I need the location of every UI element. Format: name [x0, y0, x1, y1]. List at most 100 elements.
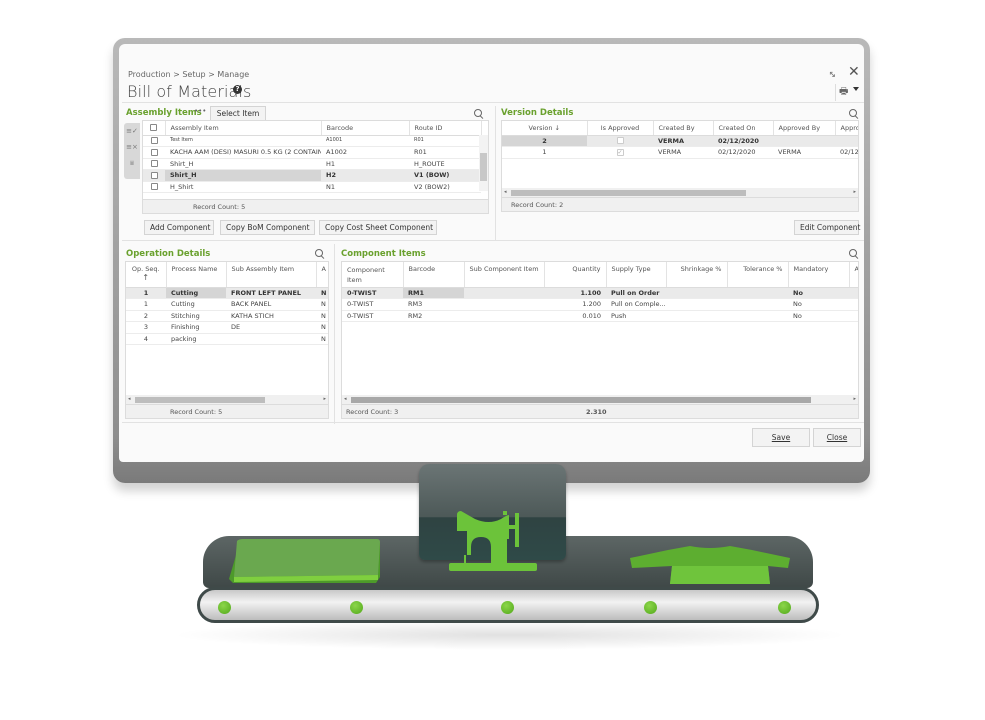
mandatory-cell: No — [788, 298, 849, 311]
print-icon[interactable]: 🖶 — [835, 84, 848, 101]
assembly-items-title: Assembly Items — [126, 108, 202, 118]
barcode-cell: A1001 — [321, 135, 409, 147]
total-quantity: 2.310 — [586, 408, 607, 416]
column-header-op-seq[interactable]: Op. Seq. ↑ — [126, 262, 167, 288]
column-header[interactable]: Route ID — [409, 121, 482, 136]
row-checkbox[interactable] — [143, 158, 165, 170]
search-icon[interactable] — [315, 249, 325, 259]
table-row[interactable]: KACHA AAM (DESI) MASURI 0.5 KG (2 CONTAI… — [143, 146, 481, 159]
table-row[interactable]: 3 Finishing DE N — [126, 321, 328, 334]
roller-light — [501, 601, 514, 614]
table-row[interactable]: 1 ✓ VERMA 02/12/2020 VERMA 02/12/ — [502, 146, 858, 159]
barcode-cell: N1 — [321, 181, 409, 193]
table-row[interactable]: 0-TWIST RM1 1.100 Pull on Order No — [342, 287, 858, 299]
vertical-scrollbar[interactable] — [479, 135, 488, 191]
column-header-version[interactable]: Version ↓ — [502, 121, 588, 136]
column-header[interactable]: Supply Type — [606, 262, 667, 288]
created-on-cell: 02/12/2020 — [713, 135, 773, 147]
route-id-cell: V2 (BOW2) — [409, 181, 481, 193]
close-icon[interactable]: ✕ — [848, 64, 860, 80]
table-header: Version ↓ Is Approved Created By Created… — [502, 121, 858, 136]
close-button[interactable]: Close — [813, 428, 861, 447]
search-icon[interactable] — [849, 249, 859, 259]
table-row[interactable]: 2 VERMA 02/12/2020 — [502, 135, 858, 147]
column-header[interactable]: Mandatory — [788, 262, 850, 288]
more-options-icon[interactable]: ••• — [194, 107, 206, 115]
table-row[interactable]: 0-TWIST RM2 0.010 Push No — [342, 310, 858, 322]
help-icon[interactable]: ? — [233, 85, 242, 94]
sub-component-cell — [464, 298, 544, 311]
column-header[interactable]: Component Item — [342, 262, 404, 288]
operation-rows: 1 Cutting FRONT LEFT PANEL N 1 Cutting BACK PA… — [126, 287, 328, 345]
table-row[interactable]: 4 packing N — [126, 333, 328, 345]
save-button[interactable]: Save — [752, 428, 810, 447]
roller-light — [644, 601, 657, 614]
copy-bom-component-button[interactable]: Copy BoM Component — [220, 220, 315, 235]
barcode-cell: RM3 — [403, 298, 464, 311]
table-row[interactable]: Shirt_H H1 H_ROUTE — [143, 158, 481, 170]
column-header[interactable]: Quantity — [544, 262, 607, 288]
column-header[interactable]: Is Approved — [587, 121, 654, 136]
divider — [495, 106, 496, 241]
table-row[interactable]: Test Item A1001 R01 — [143, 135, 481, 147]
select-all-rows-icon[interactable]: ≡✓ — [124, 123, 140, 139]
edit-component-button[interactable]: Edit Component — [794, 220, 860, 235]
filter-icon[interactable]: ⩸ — [124, 155, 140, 171]
approved-by-cell: VERMA — [773, 146, 835, 159]
table-row[interactable]: 2 Stitching KATHA STICH N — [126, 310, 328, 322]
floor-shadow — [170, 620, 850, 650]
sub-assembly-cell: FRONT LEFT PANEL — [226, 287, 316, 299]
column-header[interactable]: Assembly Item — [165, 121, 322, 136]
row-checkbox[interactable] — [143, 181, 165, 193]
resize-icon[interactable]: ↔ — [826, 69, 838, 81]
divider — [122, 240, 864, 241]
column-header[interactable]: Sub Assembly Item — [226, 262, 317, 288]
barcode-cell: A1002 — [321, 146, 409, 159]
horizontal-scrollbar[interactable]: ◂ ▸ — [502, 188, 858, 197]
barcode-cell: RM1 — [403, 287, 464, 299]
column-header[interactable]: Approved By — [773, 121, 836, 136]
breadcrumb: Production > Setup > Manage — [128, 70, 250, 79]
column-header[interactable]: Shrinkage % — [666, 262, 728, 288]
table-row[interactable]: 0-TWIST RM3 1.200 Pull on Comple... No — [342, 298, 858, 311]
column-header[interactable]: Barcode — [321, 121, 410, 136]
table-row[interactable]: H_Shirt N1 V2 (BOW2) — [143, 181, 481, 193]
select-item-button[interactable]: Select Item — [210, 106, 266, 121]
process-name-cell: Stitching — [166, 310, 226, 322]
column-header[interactable]: Created On — [713, 121, 774, 136]
column-header[interactable]: A — [316, 262, 328, 288]
horizontal-scrollbar[interactable]: ◂ ▸ — [342, 395, 858, 404]
route-id-cell: R01 — [409, 146, 481, 159]
table-row[interactable]: 1 Cutting FRONT LEFT PANEL N — [126, 287, 328, 299]
row-checkbox[interactable] — [143, 146, 165, 159]
operation-details-title: Operation Details — [126, 249, 211, 259]
column-header[interactable]: Barcode — [403, 262, 465, 288]
assembly-item-cell: Test Item — [165, 135, 321, 147]
add-component-button[interactable]: Add Component — [144, 220, 214, 235]
column-header[interactable]: Process Name — [166, 262, 227, 288]
copy-cost-sheet-component-button[interactable]: Copy Cost Sheet Component — [319, 220, 437, 235]
component-item-cell: 0-TWIST — [342, 310, 403, 322]
select-all-checkbox[interactable] — [143, 121, 166, 136]
search-icon[interactable] — [474, 109, 484, 119]
sewing-machine-icon — [449, 511, 537, 571]
table-row[interactable]: Shirt_H H2 V1 (BOW) — [143, 169, 481, 182]
barcode-cell: H2 — [321, 169, 409, 182]
search-icon[interactable] — [849, 109, 859, 119]
route-id-cell: H_ROUTE — [409, 158, 481, 170]
sub-component-cell — [464, 310, 544, 322]
chevron-down-icon[interactable] — [853, 87, 859, 91]
row-checkbox[interactable] — [143, 169, 165, 182]
row-checkbox[interactable] — [143, 135, 165, 147]
column-header[interactable]: Appro — [835, 121, 858, 136]
horizontal-scrollbar[interactable]: ◂ ▸ — [126, 395, 328, 404]
column-header[interactable]: Sub Component Item — [464, 262, 545, 288]
table-row[interactable]: 1 Cutting BACK PANEL N — [126, 298, 328, 311]
clear-selection-icon[interactable]: ≡× — [124, 139, 140, 155]
column-header[interactable]: Created By — [653, 121, 714, 136]
column-header[interactable]: Tolerance % — [727, 262, 789, 288]
divider — [122, 102, 864, 103]
route-id-cell: V1 (BOW) — [409, 169, 481, 182]
table-header: Assembly Item Barcode Route ID — [143, 121, 482, 136]
column-header[interactable]: Al — [849, 262, 858, 288]
